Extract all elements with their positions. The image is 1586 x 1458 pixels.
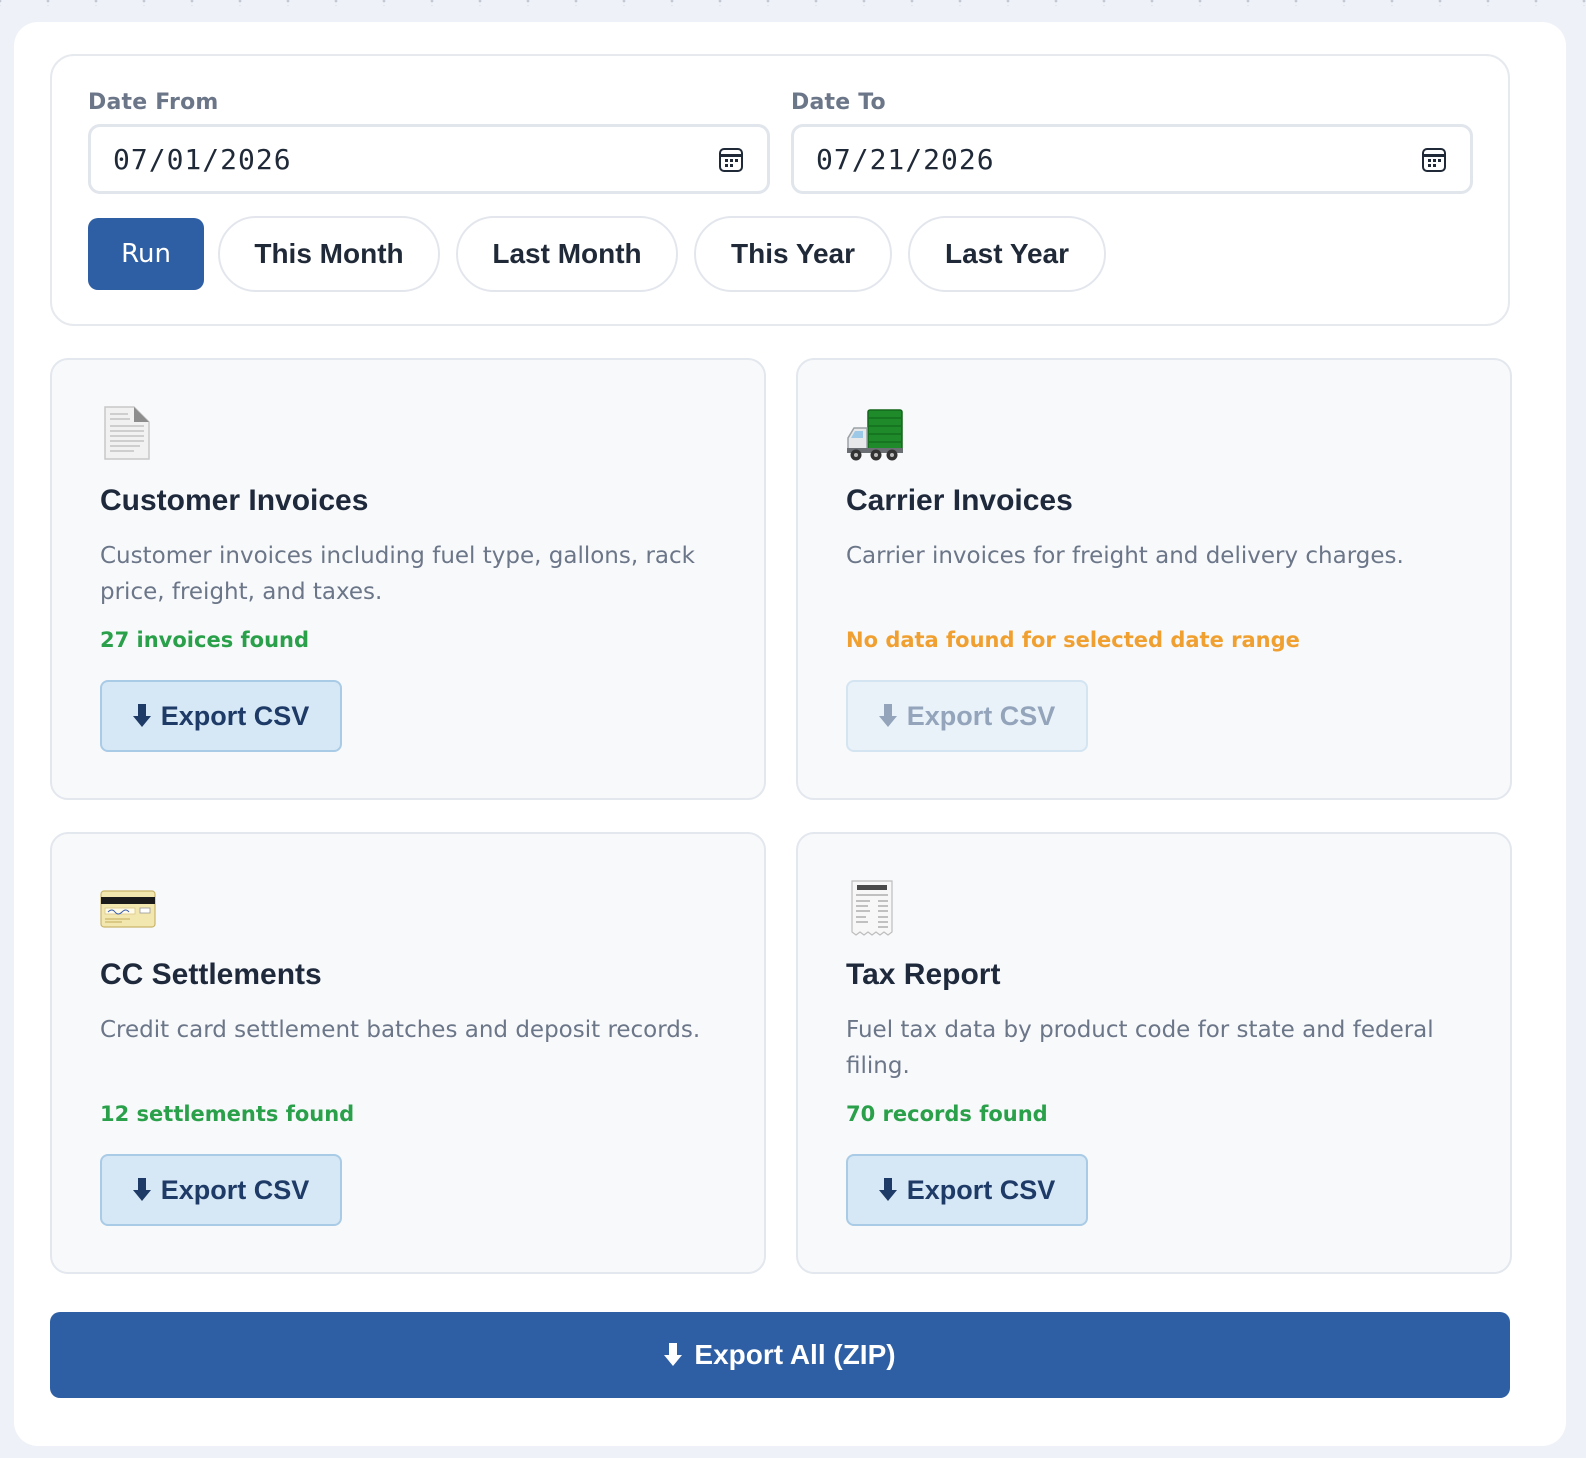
status-text: 27 invoices found — [100, 628, 309, 652]
export-csv-label: Export CSV — [906, 700, 1056, 731]
export-all-label: Export All (ZIP) — [694, 1339, 896, 1370]
date-to-label: Date To — [791, 90, 886, 115]
status-text: 70 records found — [846, 1102, 1048, 1126]
date-filter-card: Date From 07/01/2026 Date To 07/21/2026 … — [50, 54, 1510, 326]
date-from-label: Date From — [88, 90, 219, 115]
credit-card-icon — [100, 880, 158, 938]
last-year-button[interactable]: Last Year — [908, 216, 1106, 292]
delivery-truck-icon — [846, 406, 904, 464]
date-from-input[interactable]: 07/01/2026 — [88, 124, 770, 194]
export-csv-button[interactable]: Export CSV — [100, 1154, 342, 1226]
download-arrow-icon — [664, 1343, 683, 1367]
download-arrow-icon — [132, 704, 151, 728]
this-month-button[interactable]: This Month — [218, 216, 440, 292]
carrier-invoices-card: Carrier Invoices Carrier invoices for fr… — [796, 358, 1512, 800]
customer-invoices-card: Customer Invoices Customer invoices incl… — [50, 358, 766, 800]
card-description: Carrier invoices for freight and deliver… — [846, 543, 1404, 569]
export-csv-label: Export CSV — [160, 1174, 310, 1205]
date-to-input[interactable]: 07/21/2026 — [791, 124, 1473, 194]
run-button[interactable]: Run — [88, 218, 204, 290]
download-arrow-icon — [878, 704, 897, 728]
card-description: Customer invoices including fuel type, g… — [100, 543, 695, 605]
card-title: Tax Report — [846, 958, 1001, 991]
calendar-icon[interactable] — [1422, 148, 1446, 172]
export-csv-label: Export CSV — [160, 700, 310, 731]
tax-report-card: Tax Report Fuel tax data by product code… — [796, 832, 1512, 1274]
card-title: Carrier Invoices — [846, 484, 1073, 517]
last-month-button[interactable]: Last Month — [456, 216, 678, 292]
receipt-icon — [846, 880, 904, 938]
this-year-button[interactable]: This Year — [694, 216, 892, 292]
status-text: 12 settlements found — [100, 1102, 355, 1126]
cc-settlements-card: CC Settlements Credit card settlement ba… — [50, 832, 766, 1274]
export-csv-button[interactable]: Export CSV — [846, 680, 1088, 752]
export-csv-button[interactable]: Export CSV — [100, 680, 342, 752]
download-arrow-icon — [132, 1178, 151, 1202]
export-csv-label: Export CSV — [906, 1174, 1056, 1205]
card-description: Credit card settlement batches and depos… — [100, 1017, 701, 1043]
card-title: Customer Invoices — [100, 484, 369, 517]
date-from-value: 07/01/2026 — [113, 142, 292, 176]
report-export-panel: Date From 07/01/2026 Date To 07/21/2026 … — [14, 22, 1566, 1446]
card-title: CC Settlements — [100, 958, 322, 991]
export-all-zip-button[interactable]: Export All (ZIP) — [50, 1312, 1510, 1398]
export-csv-button[interactable]: Export CSV — [846, 1154, 1088, 1226]
card-description: Fuel tax data by product code for state … — [846, 1017, 1434, 1079]
calendar-icon[interactable] — [719, 148, 743, 172]
status-text: No data found for selected date range — [846, 628, 1300, 652]
download-arrow-icon — [878, 1178, 897, 1202]
date-to-value: 07/21/2026 — [816, 142, 995, 176]
top-divider — [0, 0, 1586, 6]
document-icon — [100, 406, 158, 464]
